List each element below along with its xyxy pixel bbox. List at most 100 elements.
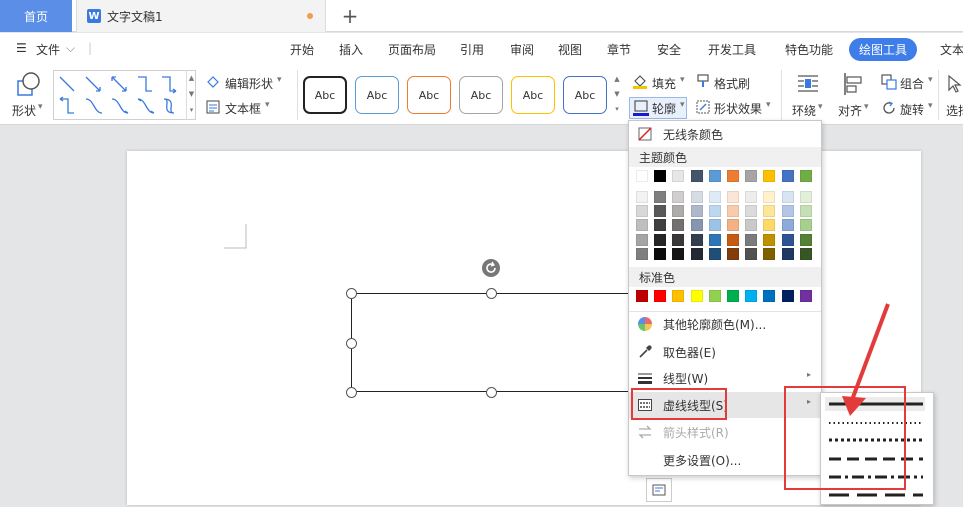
chevron-down-icon[interactable]: ⌵	[66, 41, 75, 56]
theme-shade-swatch[interactable]	[763, 219, 776, 232]
edit-shape-dropdown-icon[interactable]: ▾	[277, 75, 282, 85]
edit-shape-button[interactable]: 编辑形状	[225, 75, 273, 92]
theme-shade-swatch[interactable]	[654, 191, 667, 203]
shape-label[interactable]: 形状	[12, 102, 36, 119]
theme-shade-swatch[interactable]	[708, 233, 721, 246]
shape-effect-button[interactable]: 形状效果	[714, 100, 762, 117]
theme-shade-swatch[interactable]	[672, 191, 685, 203]
hamburger-icon[interactable]: ☰	[16, 41, 27, 55]
rotate-dropdown-icon[interactable]: ▾	[928, 101, 933, 111]
theme-shade-swatch[interactable]	[763, 191, 776, 203]
group-dropdown-icon[interactable]: ▾	[928, 75, 933, 85]
wrap-dropdown-icon[interactable]: ▾	[818, 102, 823, 112]
menu-security[interactable]: 安全	[657, 41, 681, 58]
theme-shade-swatch[interactable]	[708, 191, 721, 203]
theme-shade-swatch[interactable]	[690, 191, 703, 203]
theme-shade-swatch[interactable]	[727, 233, 739, 246]
theme-shade-swatch[interactable]	[799, 205, 812, 218]
theme-shade-swatch[interactable]	[708, 247, 721, 260]
theme-shade-swatch[interactable]	[636, 205, 648, 218]
theme-color-swatch[interactable]	[708, 170, 721, 182]
theme-shade-swatch[interactable]	[781, 233, 794, 246]
theme-shade-swatch[interactable]	[690, 247, 703, 260]
theme-shade-swatch[interactable]	[781, 191, 794, 203]
format-brush-button[interactable]: 格式刷	[714, 75, 750, 92]
standard-color-swatch[interactable]	[727, 290, 739, 302]
shape-effect-dropdown-icon[interactable]: ▾	[766, 100, 771, 110]
tab-document[interactable]: W 文字文稿1	[76, 0, 326, 32]
theme-shade-swatch[interactable]	[799, 247, 812, 260]
menu-file[interactable]: 文件	[36, 41, 60, 58]
theme-color-swatch[interactable]	[727, 170, 739, 182]
theme-shade-swatch[interactable]	[781, 247, 794, 260]
menu-references[interactable]: 引用	[460, 41, 484, 58]
resize-handle-tl[interactable]	[346, 288, 357, 299]
menu-text[interactable]: 文本	[940, 41, 963, 58]
tab-home[interactable]: 首页	[0, 0, 72, 32]
shape-style-3[interactable]: Abc	[407, 76, 451, 114]
shape-style-1[interactable]: Abc	[303, 76, 347, 114]
theme-shade-swatch[interactable]	[654, 219, 667, 232]
theme-shade-swatch[interactable]	[781, 205, 794, 218]
menu-page-layout[interactable]: 页面布局	[388, 41, 436, 58]
theme-shade-swatch[interactable]	[636, 191, 648, 203]
align-dropdown-icon[interactable]: ▾	[864, 102, 869, 112]
group-button[interactable]: 组合	[900, 75, 924, 92]
theme-shade-swatch[interactable]	[745, 247, 758, 260]
resize-handle-b[interactable]	[486, 387, 497, 398]
fill-dropdown-icon[interactable]: ▾	[680, 75, 685, 85]
theme-shade-swatch[interactable]	[654, 247, 667, 260]
standard-color-swatch[interactable]	[672, 290, 685, 302]
theme-shade-swatch[interactable]	[799, 191, 812, 203]
theme-shade-swatch[interactable]	[672, 205, 685, 218]
textbox-dropdown-icon[interactable]: ▾	[265, 100, 270, 110]
theme-shade-swatch[interactable]	[690, 219, 703, 232]
shape-style-5[interactable]: Abc	[511, 76, 555, 114]
resize-handle-l[interactable]	[346, 338, 357, 349]
shape-style-6[interactable]: Abc	[563, 76, 607, 114]
standard-color-swatch[interactable]	[636, 290, 648, 302]
theme-shade-swatch[interactable]	[727, 247, 739, 260]
rectangle-shape[interactable]	[351, 293, 641, 392]
theme-shade-swatch[interactable]	[672, 233, 685, 246]
resize-handle-t[interactable]	[486, 288, 497, 299]
theme-shade-swatch[interactable]	[654, 205, 667, 218]
theme-shade-swatch[interactable]	[745, 205, 758, 218]
theme-shade-swatch[interactable]	[799, 219, 812, 232]
theme-shade-swatch[interactable]	[745, 219, 758, 232]
theme-shade-swatch[interactable]	[727, 191, 739, 203]
resize-handle-bl[interactable]	[346, 387, 357, 398]
theme-shade-swatch[interactable]	[763, 247, 776, 260]
standard-color-swatch[interactable]	[690, 290, 703, 302]
add-tab-button[interactable]: +	[340, 4, 360, 28]
theme-shade-swatch[interactable]	[745, 233, 758, 246]
standard-color-swatch[interactable]	[799, 290, 812, 302]
shape-dropdown-icon[interactable]: ▾	[38, 102, 43, 112]
layout-options-button[interactable]	[646, 478, 672, 502]
theme-color-swatch[interactable]	[799, 170, 812, 182]
menu-insert[interactable]: 插入	[339, 41, 363, 58]
align-button[interactable]: 对齐	[838, 102, 862, 119]
standard-color-swatch[interactable]	[781, 290, 794, 302]
theme-color-swatch[interactable]	[763, 170, 776, 182]
rotate-button[interactable]: 旋转	[900, 101, 924, 118]
theme-shade-swatch[interactable]	[636, 219, 648, 232]
theme-shade-swatch[interactable]	[708, 219, 721, 232]
rotate-handle-icon[interactable]	[481, 258, 501, 278]
style-gallery-scroll[interactable]: ▲ ▼ ▾	[612, 72, 622, 118]
shape-style-4[interactable]: Abc	[459, 76, 503, 114]
menu-start[interactable]: 开始	[290, 41, 314, 58]
theme-color-swatch[interactable]	[690, 170, 703, 182]
theme-shade-swatch[interactable]	[654, 233, 667, 246]
theme-shade-swatch[interactable]	[763, 205, 776, 218]
theme-shade-swatch[interactable]	[690, 233, 703, 246]
theme-shade-swatch[interactable]	[745, 191, 758, 203]
theme-shade-swatch[interactable]	[799, 233, 812, 246]
menu-view[interactable]: 视图	[558, 41, 582, 58]
shape-icon[interactable]	[16, 72, 42, 98]
menu-dev-tools[interactable]: 开发工具	[708, 41, 756, 58]
standard-color-swatch[interactable]	[654, 290, 667, 302]
menu-item-no-line-color[interactable]: 无线条颜色	[629, 121, 821, 147]
theme-shade-swatch[interactable]	[672, 247, 685, 260]
select-button[interactable]: 选择	[946, 102, 963, 119]
